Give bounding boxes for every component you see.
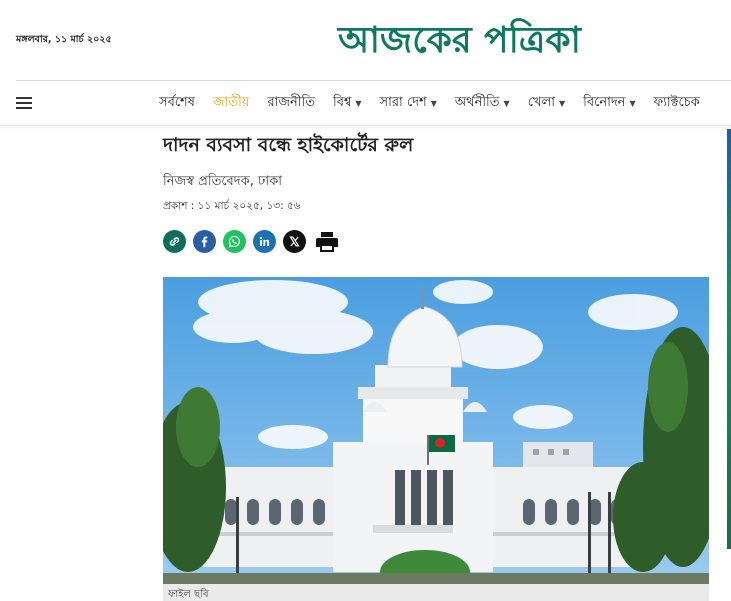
- nav-item[interactable]: বিশ্ব ▼: [333, 93, 362, 114]
- facebook-icon[interactable]: [193, 229, 216, 253]
- article-photo[interactable]: [163, 277, 709, 584]
- nav-item[interactable]: জাতীয়: [213, 93, 250, 114]
- chevron-down-icon: ▼: [629, 98, 636, 108]
- nav-item-label: সর্বশেষ: [159, 94, 195, 110]
- photo-caption: ফাইল ছবি: [168, 589, 209, 600]
- chevron-down-icon: ▼: [503, 98, 510, 108]
- caption-bar: [163, 584, 709, 601]
- nav-shadow: [0, 125, 731, 129]
- nav-item[interactable]: সারা দেশ ▼: [380, 93, 437, 114]
- nav-item-label: জাতীয়: [212, 94, 250, 110]
- side-ad-strip[interactable]: [727, 129, 731, 549]
- article-headline: দাদন ব্যবসা বন্ধে হাইকোর্টের রুল: [163, 134, 414, 156]
- chevron-down-icon: ▼: [430, 98, 437, 108]
- current-date: মঙ্গলবার, ১১ মার্চ ২০২৫: [16, 34, 112, 45]
- linkedin-icon[interactable]: [253, 229, 276, 253]
- nav-item-label: বিশ্ব: [332, 94, 352, 110]
- nav-item[interactable]: বিনোদন ▼: [583, 93, 635, 114]
- nav-item-label: বিনোদন: [583, 94, 626, 110]
- nav-items: সর্বশেষ জাতীয় রাজনীতি বিশ্ব ▼ সারা দেশ ▼ অর্থন…: [159, 81, 718, 125]
- article-byline: নিজস্ব প্রতিবেদক, ঢাকা: [163, 174, 282, 189]
- site-header: মঙ্গলবার, ১১ মার্চ ২০২৫ আজকের পত্রিকা: [0, 0, 731, 80]
- nav-item-label: সারা দেশ: [379, 94, 427, 110]
- nav-item-label: খেলা: [527, 94, 555, 110]
- chevron-down-icon: ▼: [558, 98, 566, 108]
- print-icon[interactable]: [315, 230, 339, 252]
- main-navigation: সর্বশেষ জাতীয় রাজনীতি বিশ্ব ▼ সারা দেশ ▼ অর্থন…: [0, 81, 731, 125]
- nav-item[interactable]: অর্থনীতি ▼: [455, 93, 510, 114]
- hamburger-menu-icon[interactable]: [16, 96, 32, 109]
- nav-item[interactable]: সর্বশেষ: [159, 93, 195, 114]
- site-logo[interactable]: আজকের পত্রিকা: [338, 14, 581, 66]
- published-timestamp: প্রকাশ : ১১ মার্চ ২০২৫, ১৩: ৫৬: [163, 200, 301, 212]
- nav-item[interactable]: ফ্যাক্টচেক: [654, 93, 700, 114]
- share-toolbar: [163, 229, 339, 253]
- nav-item-label: অর্থনীতি: [454, 94, 500, 110]
- nav-item-label: ফ্যাক্টচেক: [653, 94, 700, 110]
- whatsapp-icon[interactable]: [223, 229, 246, 253]
- x-icon[interactable]: [283, 229, 306, 253]
- link-icon[interactable]: [163, 229, 186, 253]
- chevron-down-icon: ▼: [355, 98, 362, 108]
- nav-item[interactable]: রাজনীতি: [267, 93, 315, 114]
- nav-item-label: রাজনীতি: [267, 94, 315, 110]
- nav-item[interactable]: খেলা ▼: [528, 93, 565, 114]
